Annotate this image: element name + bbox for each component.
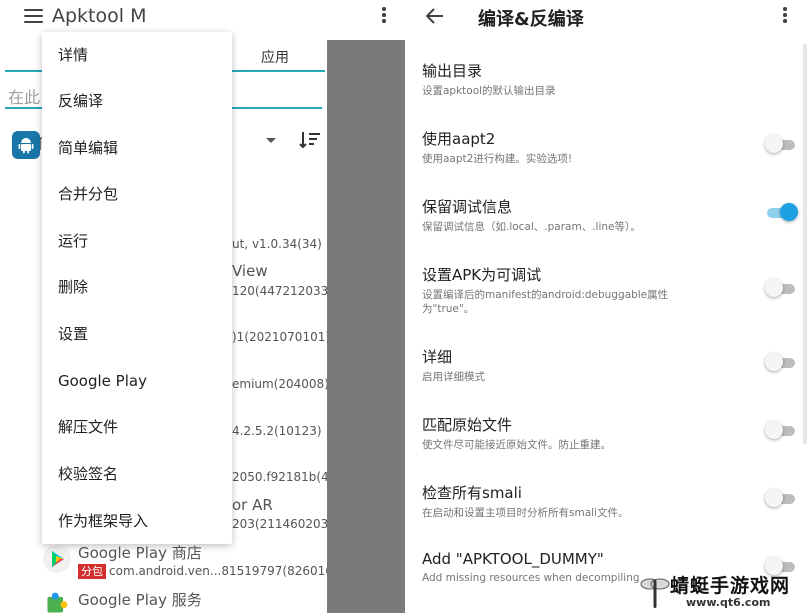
drawer-scrim[interactable] — [327, 40, 405, 613]
app-list-screen: Apktool M 应用 在此 名称 — [0, 0, 405, 613]
build-settings-screen: 编译&反编译 输出目录 设置apktool的默认输出目录 使用aapt2 使用a… — [405, 0, 809, 613]
pref-summary: 设置apktool的默认输出目录 — [422, 85, 556, 97]
pref-title: 设置APK为可调试 — [422, 266, 542, 284]
dragonfly-logo-icon — [640, 578, 670, 608]
context-menu: 详情 反编译 简单编辑 合并分包 运行 删除 设置 Google Play 解压… — [42, 32, 232, 544]
pref-title: 输出目录 — [422, 62, 483, 80]
menu-item-verify-signature[interactable]: 校验签名 — [42, 451, 232, 497]
pref-title: 匹配原始文件 — [422, 416, 513, 434]
app-name: View — [232, 262, 268, 280]
pref-title: 使用aapt2 — [422, 130, 496, 148]
toggle-switch[interactable] — [765, 135, 799, 153]
app-version: 120(447212033) — [232, 284, 333, 298]
menu-item-extract[interactable]: 解压文件 — [42, 404, 232, 450]
pref-summary: 设置编译后的manifest的android:debuggable属性为"tru… — [422, 289, 669, 315]
app-version: emium(204008) — [232, 377, 329, 391]
pref-check-all-smali[interactable]: 检查所有smali 在启动和设置主项目时分析所有smali文件。 — [422, 482, 795, 520]
google-play-icon — [43, 545, 71, 573]
app-version: 203(211460203) — [232, 517, 333, 531]
menu-item-details[interactable]: 详情 — [42, 32, 232, 78]
more-options-icon[interactable] — [380, 7, 388, 25]
menu-item-simple-edit[interactable]: 简单编辑 — [42, 125, 232, 171]
pref-debuggable[interactable]: 设置APK为可调试 设置编译后的manifest的android:debugga… — [422, 264, 795, 316]
pref-title: 检查所有smali — [422, 484, 522, 502]
menu-item-settings[interactable]: 设置 — [42, 311, 232, 357]
pref-keep-debug-info[interactable]: 保留调试信息 保留调试信息（如.local、.param、.line等）。 — [422, 196, 798, 234]
pref-summary: 启用详细模式 — [422, 371, 485, 383]
toggle-switch[interactable] — [765, 279, 799, 297]
pref-verbose[interactable]: 详细 启用详细模式 — [422, 346, 795, 384]
app-version: 4.2.5.2(10123) — [232, 424, 322, 438]
app-title: Apktool M — [52, 5, 147, 27]
menu-item-delete[interactable]: 删除 — [42, 264, 232, 310]
list-item-google-play-store[interactable]: Google Play 商店 分包 com.android.ven...81519… — [0, 540, 353, 586]
android-app-icon — [12, 131, 40, 159]
watermark: 蜻蜓手游戏网 www.qt6.com — [636, 570, 809, 613]
menu-item-decompile[interactable]: 反编译 — [42, 78, 232, 124]
scrollbar[interactable] — [803, 44, 807, 444]
pref-summary: 使用aapt2进行构建。实验选项! — [422, 153, 573, 165]
pref-title: 详细 — [422, 348, 453, 366]
pref-summary: 使文件尽可能接近原始文件。防止重建。 — [422, 439, 611, 451]
list-item-google-play-services[interactable]: Google Play 服务 — [0, 587, 327, 613]
pref-match-original[interactable]: 匹配原始文件 使文件尽可能接近原始文件。防止重建。 — [422, 414, 795, 452]
top-app-bar: Apktool M — [0, 0, 405, 34]
app-name: Google Play 商店 — [78, 544, 202, 562]
app-version: )1(2021070101) — [232, 330, 331, 344]
puzzle-icon — [47, 592, 68, 613]
screen: Apktool M 应用 在此 名称 — [0, 0, 809, 613]
menu-item-google-play[interactable]: Google Play — [42, 358, 232, 404]
toggle-switch[interactable] — [765, 421, 799, 439]
menu-item-import-framework[interactable]: 作为框架导入 — [42, 498, 232, 544]
menu-item-merge-splits[interactable]: 合并分包 — [42, 171, 232, 217]
watermark-name: 蜻蜓手游戏网 — [670, 575, 791, 597]
top-app-bar: 编译&反编译 — [405, 0, 809, 34]
app-name: Google Play 服务 — [78, 591, 202, 609]
chevron-down-icon[interactable] — [266, 138, 276, 143]
toggle-switch[interactable] — [765, 353, 799, 371]
pref-output-directory[interactable]: 输出目录 设置apktool的默认输出目录 — [422, 60, 792, 98]
pref-title: Add "APKTOOL_DUMMY" — [422, 550, 604, 568]
toggle-switch[interactable] — [765, 489, 799, 507]
app-version: 2050.f92181b(4) — [232, 470, 334, 484]
pref-summary: 保留调试信息（如.local、.param、.line等）。 — [422, 221, 641, 233]
sort-icon[interactable] — [299, 131, 321, 149]
pref-summary: 在启动和设置主项目时分析所有smali文件。 — [422, 507, 629, 519]
menu-item-run[interactable]: 运行 — [42, 218, 232, 264]
app-package: 分包 com.android.ven...81519797(82601610) — [78, 564, 353, 579]
page-title: 编译&反编译 — [478, 9, 584, 30]
split-badge: 分包 — [78, 564, 106, 579]
app-version: ut, v1.0.34(34) — [232, 237, 322, 251]
menu-icon[interactable] — [24, 9, 43, 23]
watermark-url: www.qt6.com — [686, 596, 771, 609]
back-arrow-icon[interactable] — [426, 8, 444, 24]
app-name: or AR — [232, 496, 273, 514]
more-options-icon[interactable] — [781, 7, 789, 25]
app-package-text: com.android.ven...81519797(82601610) — [109, 564, 353, 578]
pref-use-aapt2[interactable]: 使用aapt2 使用aapt2进行构建。实验选项! — [422, 128, 795, 166]
pref-title: 保留调试信息 — [422, 198, 513, 216]
toggle-switch[interactable] — [765, 203, 799, 221]
